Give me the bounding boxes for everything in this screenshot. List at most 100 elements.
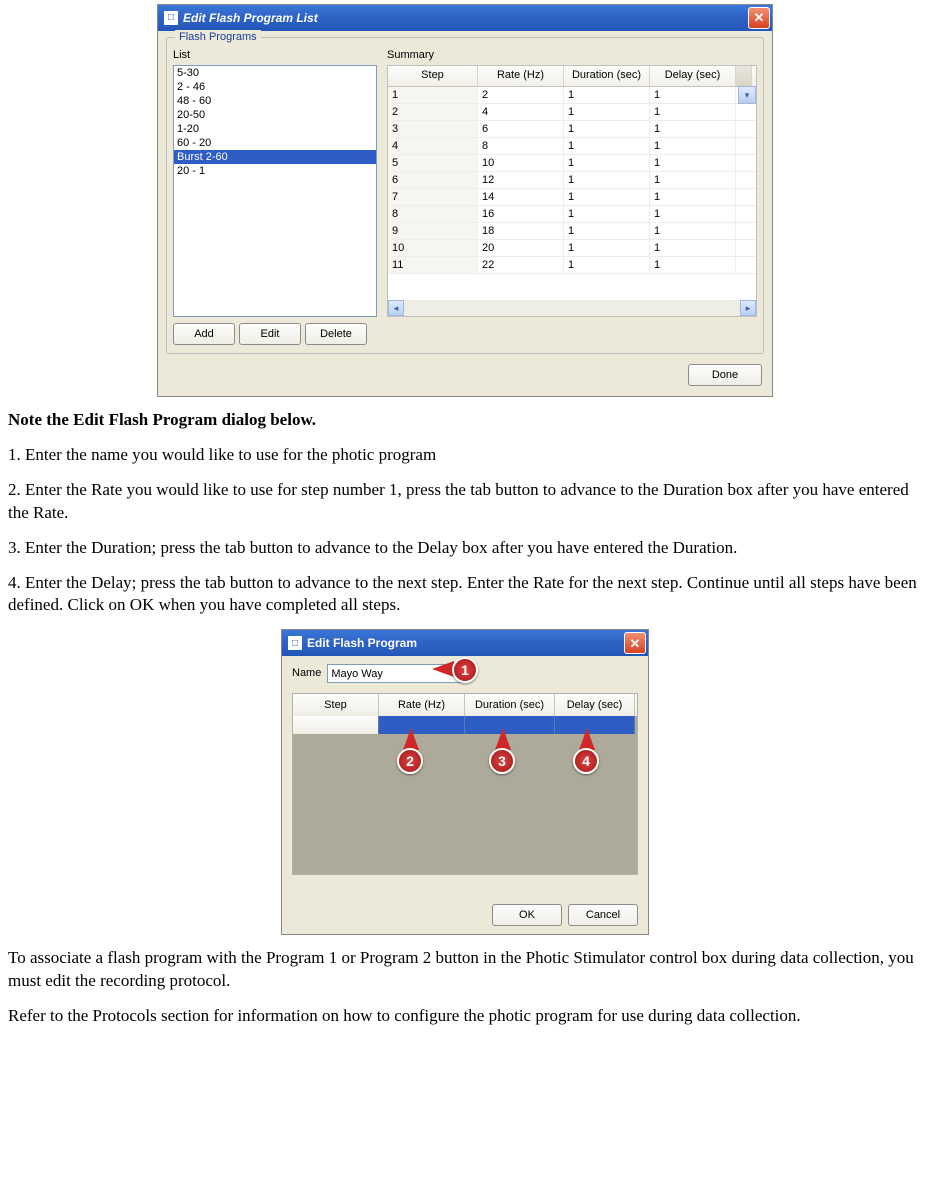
close-icon[interactable]: ✕ <box>624 632 646 654</box>
scroll-left-icon[interactable]: ◂ <box>388 300 404 316</box>
cell-duration: 1 <box>564 223 650 239</box>
column-header-delay[interactable]: Delay (sec) <box>650 66 736 86</box>
cell-rate: 6 <box>478 121 564 137</box>
summary-label: Summary <box>387 48 757 63</box>
column-header-rate[interactable]: Rate (Hz) <box>379 694 465 716</box>
cell-step: 1 <box>388 87 478 103</box>
list-item[interactable]: 20 - 1 <box>174 164 376 178</box>
app-icon: □ <box>288 636 302 650</box>
cell-delay: 1 <box>650 189 736 205</box>
list-item[interactable]: 20-50 <box>174 108 376 122</box>
cell-duration: 1 <box>564 257 650 273</box>
edit-flash-program-dialog: □ Edit Flash Program ✕ Name Step Rate (H… <box>281 629 649 935</box>
cell-rate: 14 <box>478 189 564 205</box>
cell-duration: 1 <box>564 155 650 171</box>
cell-duration: 1 <box>564 172 650 188</box>
column-header-delay[interactable]: Delay (sec) <box>555 694 635 716</box>
rate-cell[interactable] <box>379 716 465 734</box>
done-button[interactable]: Done <box>688 364 762 386</box>
cell-rate: 8 <box>478 138 564 154</box>
horizontal-scrollbar[interactable]: ◂ ▸ <box>388 300 756 316</box>
cell-delay: 1 <box>650 87 736 103</box>
cell-step: 8 <box>388 206 478 222</box>
delete-button[interactable]: Delete <box>305 323 367 345</box>
cell-delay: 1 <box>650 138 736 154</box>
scroll-down-icon[interactable]: ▾ <box>738 86 756 104</box>
list-item[interactable]: 48 - 60 <box>174 94 376 108</box>
doc-heading: Note the Edit Flash Program dialog below… <box>8 409 922 432</box>
arrow-icon <box>432 661 454 677</box>
table-row[interactable]: 1211 <box>388 87 756 104</box>
cell-delay: 1 <box>650 240 736 256</box>
column-header-rate[interactable]: Rate (Hz) <box>478 66 564 86</box>
cancel-button[interactable]: Cancel <box>568 904 638 926</box>
cell-rate: 2 <box>478 87 564 103</box>
cell-duration: 1 <box>564 104 650 120</box>
cell-delay: 1 <box>650 172 736 188</box>
app-icon: □ <box>164 11 178 25</box>
cell-step: 5 <box>388 155 478 171</box>
cell-duration: 1 <box>564 138 650 154</box>
scrollbar-track[interactable] <box>404 300 740 316</box>
table-row[interactable]: 91811 <box>388 223 756 240</box>
list-item[interactable]: 60 - 20 <box>174 136 376 150</box>
column-header-step[interactable]: Step <box>388 66 478 86</box>
cell-step: 6 <box>388 172 478 188</box>
table-row[interactable]: 102011 <box>388 240 756 257</box>
steps-table: Step Rate (Hz) Duration (sec) Delay (sec… <box>292 693 638 875</box>
program-listbox[interactable]: 5-302 - 4648 - 6020-501-2060 - 20Burst 2… <box>173 65 377 317</box>
titlebar: □ Edit Flash Program List ✕ <box>158 5 772 31</box>
column-header-step[interactable]: Step <box>293 694 379 716</box>
list-item[interactable]: 2 - 46 <box>174 80 376 94</box>
cell-step: 7 <box>388 189 478 205</box>
cell-delay: 1 <box>650 155 736 171</box>
edit-button[interactable]: Edit <box>239 323 301 345</box>
summary-table: Step Rate (Hz) Duration (sec) Delay (sec… <box>387 65 757 317</box>
cell-rate: 20 <box>478 240 564 256</box>
doc-step-2: 2. Enter the Rate you would like to use … <box>8 479 922 525</box>
cell-delay: 1 <box>650 104 736 120</box>
doc-step-1: 1. Enter the name you would like to use … <box>8 444 922 467</box>
scroll-right-icon[interactable]: ▸ <box>740 300 756 316</box>
table-row[interactable]: 3611 <box>388 121 756 138</box>
list-item[interactable]: Burst 2-60 <box>174 150 376 164</box>
table-row[interactable]: 112211 <box>388 257 756 274</box>
doc-step-3: 3. Enter the Duration; press the tab but… <box>8 537 922 560</box>
add-button[interactable]: Add <box>173 323 235 345</box>
list-item[interactable]: 5-30 <box>174 66 376 80</box>
table-row[interactable]: 2411 <box>388 104 756 121</box>
cell-step: 11 <box>388 257 478 273</box>
titlebar: □ Edit Flash Program ✕ <box>282 630 648 656</box>
step-cell[interactable] <box>293 716 379 734</box>
doc-paragraph: To associate a flash program with the Pr… <box>8 947 922 993</box>
name-label: Name <box>292 666 321 681</box>
close-icon[interactable]: ✕ <box>748 7 770 29</box>
cell-rate: 10 <box>478 155 564 171</box>
list-item[interactable]: 1-20 <box>174 122 376 136</box>
cell-rate: 22 <box>478 257 564 273</box>
table-row[interactable]: 71411 <box>388 189 756 206</box>
flash-programs-groupbox: Flash Programs List 5-302 - 4648 - 6020-… <box>166 37 764 354</box>
ok-button[interactable]: OK <box>492 904 562 926</box>
cell-rate: 4 <box>478 104 564 120</box>
table-row[interactable]: 4811 <box>388 138 756 155</box>
edit-flash-program-list-dialog: □ Edit Flash Program List ✕ Flash Progra… <box>157 4 773 397</box>
arrow-icon <box>403 728 419 750</box>
cell-duration: 1 <box>564 189 650 205</box>
table-row[interactable]: 51011 <box>388 155 756 172</box>
cell-step: 3 <box>388 121 478 137</box>
groupbox-title: Flash Programs <box>175 30 261 45</box>
cell-duration: 1 <box>564 87 650 103</box>
table-row[interactable]: 61211 <box>388 172 756 189</box>
cell-delay: 1 <box>650 121 736 137</box>
list-label: List <box>173 48 377 63</box>
cell-step: 4 <box>388 138 478 154</box>
column-header-duration[interactable]: Duration (sec) <box>564 66 650 86</box>
arrow-icon <box>579 728 595 750</box>
dialog-title: Edit Flash Program <box>307 635 624 651</box>
column-header-duration[interactable]: Duration (sec) <box>465 694 555 716</box>
table-row[interactable]: 81611 <box>388 206 756 223</box>
cell-duration: 1 <box>564 206 650 222</box>
cell-step: 9 <box>388 223 478 239</box>
delay-cell[interactable] <box>555 716 635 734</box>
